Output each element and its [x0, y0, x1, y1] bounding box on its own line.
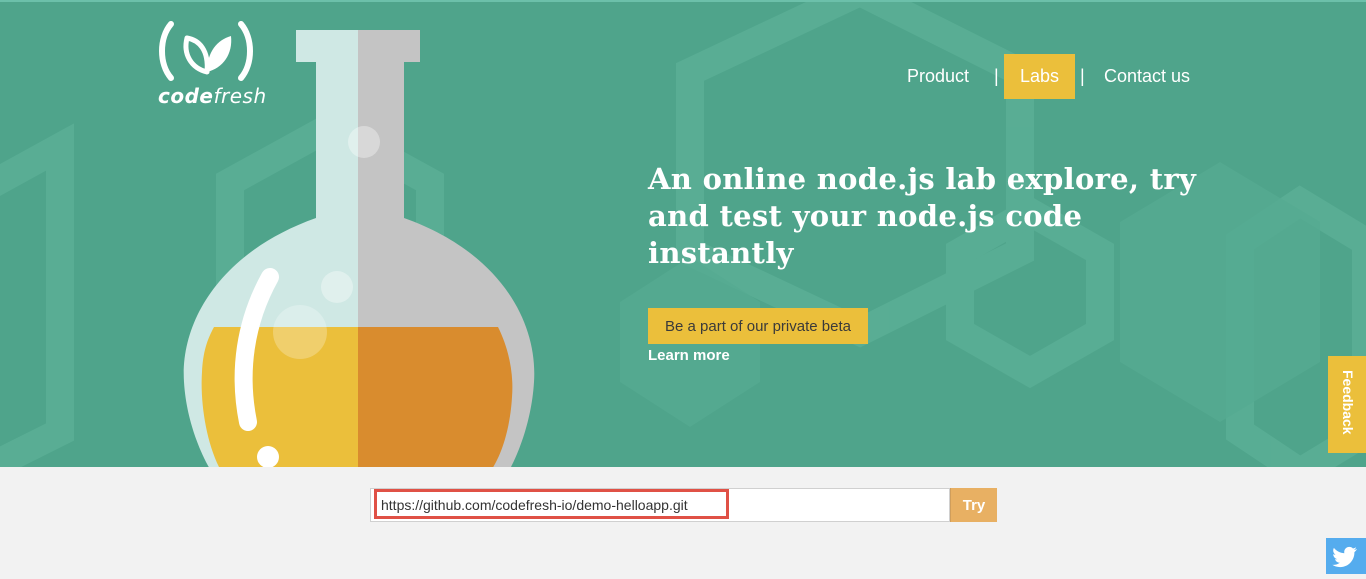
logo-text-code: code [158, 84, 214, 108]
nav-item-product[interactable]: Product [907, 54, 969, 99]
nav-separator: | [994, 66, 999, 86]
logo-wordmark: codefresh [158, 84, 267, 108]
hero-section: codefresh Product | Labs | Contact us An… [0, 0, 1366, 467]
nav-item-labs[interactable]: Labs [1004, 54, 1076, 99]
codefresh-logo[interactable]: codefresh [157, 18, 267, 108]
try-button[interactable]: Try [950, 488, 997, 522]
twitter-icon [1332, 546, 1357, 568]
nav-separator: | [1080, 66, 1085, 86]
repo-url-input[interactable] [370, 488, 950, 522]
try-bar: Try [370, 488, 997, 522]
twitter-button[interactable] [1326, 538, 1366, 574]
private-beta-button[interactable]: Be a part of our private beta [648, 308, 868, 344]
feedback-label: Feedback [1340, 370, 1356, 435]
hero-headline: An online node.js lab explore, try and t… [648, 162, 1197, 270]
logo-text-fresh: fresh [213, 84, 267, 108]
nav-item-contact-us[interactable]: Contact us [1104, 54, 1190, 99]
leaf-logo-icon [159, 21, 253, 81]
learn-more-link[interactable]: Learn more [648, 347, 730, 364]
feedback-tab[interactable]: Feedback [1328, 356, 1366, 453]
